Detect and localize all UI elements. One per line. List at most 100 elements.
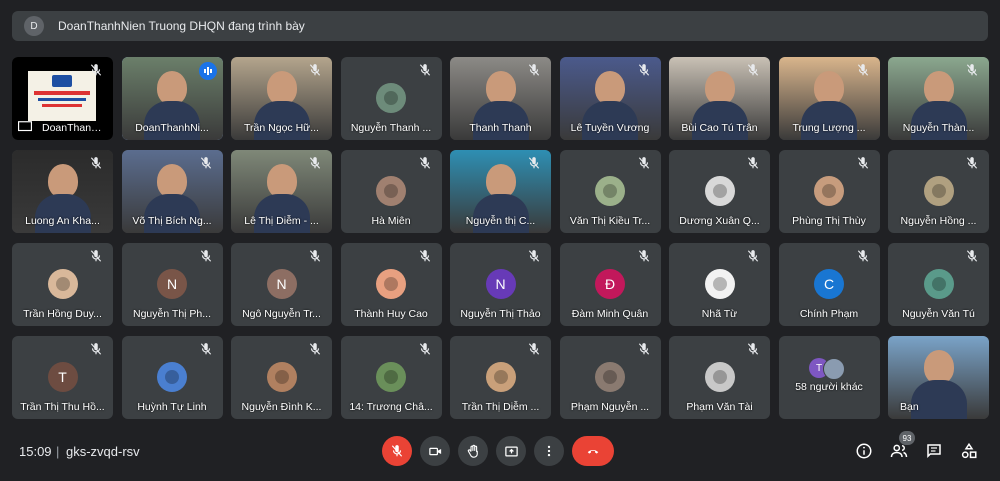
participant-tile[interactable]: Văn Thị Kiều Tr... — [559, 150, 661, 233]
mic-off-icon — [638, 250, 649, 262]
participant-tile[interactable]: Thanh Thanh — [450, 57, 551, 140]
meeting-info-button[interactable] — [851, 438, 877, 464]
participant-name: Lê Thị Diễm - ... — [244, 215, 319, 227]
camera-icon — [428, 447, 441, 455]
participant-name: Chính Phạm — [799, 308, 859, 320]
participant-tile[interactable]: Dương Xuân Q... — [669, 150, 770, 233]
camera-toggle-button[interactable] — [420, 436, 450, 466]
participant-tile[interactable]: Luong An Kha... — [12, 150, 113, 233]
mic-off-icon — [528, 64, 540, 76]
participant-tile[interactable]: Nguyễn Đình K... — [231, 336, 332, 419]
participant-tile[interactable]: N Ngô Nguyễn Tr... — [231, 243, 332, 326]
participant-name: Nhã Từ — [701, 308, 738, 320]
mic-status — [89, 249, 105, 265]
mic-off-icon — [309, 157, 321, 169]
present-screen-button[interactable] — [496, 436, 526, 466]
raise-hand-button[interactable] — [458, 436, 488, 466]
mic-status — [418, 156, 434, 172]
mic-status — [527, 156, 543, 172]
chat-icon — [927, 444, 941, 459]
participant-tile[interactable]: DoanThanhNi... — [12, 57, 113, 140]
leave-call-button[interactable] — [572, 436, 614, 466]
participant-avatar — [376, 83, 406, 113]
participant-tile[interactable]: Phạm Nguyễn ... — [559, 336, 661, 419]
participant-avatar — [376, 269, 406, 299]
participant-tile[interactable]: N Nguyễn Thị Thảo — [450, 243, 551, 326]
mic-off-icon — [200, 343, 211, 355]
present-icon — [504, 446, 518, 456]
participant-tile[interactable]: Nguyễn Văn Tú — [888, 243, 989, 326]
mic-status — [746, 249, 762, 265]
meeting-clock: 15:09 — [19, 444, 52, 459]
participant-tile[interactable]: 14: Trương Châ... — [340, 336, 442, 419]
mic-toggle-button[interactable] — [382, 436, 412, 466]
mic-off-icon — [200, 250, 211, 262]
participant-tile[interactable]: C Chính Phạm — [778, 243, 880, 326]
mic-off-icon — [747, 157, 759, 169]
avatar-letter: N — [495, 276, 506, 292]
participant-tile[interactable]: Nguyễn Thanh ... — [340, 57, 442, 140]
participant-name: Nguyễn Thị Ph... — [132, 308, 212, 320]
participant-tile[interactable]: N Nguyễn Thị Ph... — [121, 243, 223, 326]
participant-avatar: T — [47, 362, 78, 392]
avatar-letter: N — [276, 276, 287, 292]
mic-status — [89, 63, 105, 79]
participant-tile[interactable]: Bùi Cao Tú Trân — [669, 57, 770, 140]
mic-status — [637, 63, 653, 79]
participant-tile[interactable]: Trung Lượng ... — [778, 57, 880, 140]
more-options-button[interactable] — [534, 436, 564, 466]
participant-tile[interactable]: Phạm Văn Tài — [669, 336, 770, 419]
mic-off-icon — [90, 343, 102, 355]
participant-tile[interactable]: Lê Tuyền Vương — [559, 57, 661, 140]
activities-button[interactable] — [956, 438, 982, 464]
presenter-avatar: D — [24, 16, 44, 36]
participant-name: Trung Lượng ... — [792, 122, 866, 134]
participant-tile[interactable]: Đ Đàm Minh Quân — [559, 243, 661, 326]
participant-tile[interactable]: Nguyễn thị C... — [450, 150, 551, 233]
participant-tile[interactable]: Trần Thị Diễm ... — [450, 336, 551, 419]
participant-tile[interactable]: Hà Miên — [340, 150, 442, 233]
participant-tile[interactable]: Trần Ngọc Hữ... — [231, 57, 332, 140]
participant-name: Dương Xuân Q... — [679, 215, 760, 227]
participant-tile[interactable]: DoanThanhNi... — [121, 57, 223, 140]
participant-name: Trần Thị Diễm ... — [461, 401, 540, 413]
participant-tile[interactable]: Bạn — [888, 336, 989, 419]
participant-avatar — [485, 362, 516, 392]
mic-off-icon — [391, 445, 403, 457]
participant-tile[interactable]: Nhã Từ — [669, 243, 770, 326]
mic-status — [527, 63, 543, 79]
mic-status — [637, 249, 653, 265]
participant-avatar: Đ — [595, 269, 625, 299]
participant-avatar — [47, 269, 78, 299]
mic-off-icon — [90, 250, 102, 262]
participant-name: DoanThanhNi... — [135, 122, 209, 134]
participant-avatar — [595, 176, 625, 206]
participant-tile[interactable]: Phùng Thị Thùy — [778, 150, 880, 233]
presenting-icon — [18, 121, 32, 132]
participant-name: Văn Thị Kiều Tr... — [569, 215, 651, 227]
participant-tile[interactable]: Võ Thị Bích Ng... — [121, 150, 223, 233]
mic-off-icon — [309, 64, 321, 76]
participant-tile[interactable]: Nguyễn Thàn... — [888, 57, 989, 140]
participant-avatar — [923, 176, 954, 206]
chat-button[interactable] — [921, 438, 947, 464]
mic-status — [856, 63, 872, 79]
participant-tile[interactable]: T 58 người khác — [778, 336, 880, 419]
participant-tile[interactable]: Trần Hồng Duy... — [12, 243, 113, 326]
participant-name: 14: Trương Châ... — [349, 401, 433, 413]
participant-tile[interactable]: Thành Huy Cao — [340, 243, 442, 326]
mic-off-icon — [419, 64, 430, 76]
participant-name: Nguyễn Hồng ... — [900, 215, 977, 227]
participant-tile[interactable]: Huỳnh Tự Linh — [121, 336, 223, 419]
participant-name: Phùng Thị Thùy — [792, 215, 866, 227]
participant-tile[interactable]: T Trần Thị Thu Hồ... — [12, 336, 113, 419]
mic-off-icon — [90, 64, 102, 76]
participant-tile[interactable]: Lê Thị Diễm - ... — [231, 150, 332, 233]
participant-tile[interactable]: Nguyễn Hồng ... — [888, 150, 989, 233]
mic-status — [89, 156, 105, 172]
presenting-banner[interactable]: D DoanThanhNien Truong DHQN đang trình b… — [12, 11, 988, 41]
hang-up-icon — [587, 449, 599, 454]
participant-name: Trần Ngọc Hữ... — [244, 122, 319, 134]
mic-off-icon — [857, 157, 868, 169]
participant-name: Nguyễn Đình K... — [241, 401, 322, 413]
